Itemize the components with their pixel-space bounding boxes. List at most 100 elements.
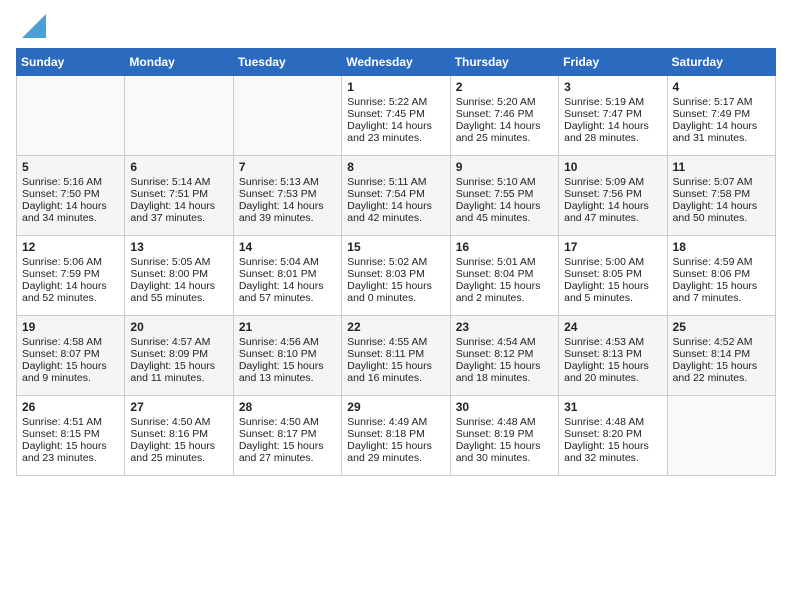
daylight-text: Daylight: 14 hours and 25 minutes. [456,120,553,144]
sunrise-text: Sunrise: 5:16 AM [22,176,119,188]
sunrise-text: Sunrise: 5:17 AM [673,96,770,108]
calendar-cell: 2Sunrise: 5:20 AMSunset: 7:46 PMDaylight… [450,76,558,156]
header-saturday: Saturday [667,49,775,76]
calendar-cell: 27Sunrise: 4:50 AMSunset: 8:16 PMDayligh… [125,396,233,476]
daylight-text: Daylight: 14 hours and 47 minutes. [564,200,661,224]
header-tuesday: Tuesday [233,49,341,76]
daylight-text: Daylight: 14 hours and 57 minutes. [239,280,336,304]
calendar-cell: 28Sunrise: 4:50 AMSunset: 8:17 PMDayligh… [233,396,341,476]
calendar-cell: 9Sunrise: 5:10 AMSunset: 7:55 PMDaylight… [450,156,558,236]
calendar-cell [125,76,233,156]
calendar-cell: 20Sunrise: 4:57 AMSunset: 8:09 PMDayligh… [125,316,233,396]
calendar-cell: 18Sunrise: 4:59 AMSunset: 8:06 PMDayligh… [667,236,775,316]
sunset-text: Sunset: 8:10 PM [239,348,336,360]
sunrise-text: Sunrise: 5:14 AM [130,176,227,188]
day-number: 15 [347,240,444,254]
sunset-text: Sunset: 8:03 PM [347,268,444,280]
calendar-cell: 26Sunrise: 4:51 AMSunset: 8:15 PMDayligh… [17,396,125,476]
day-number: 8 [347,160,444,174]
sunset-text: Sunset: 7:58 PM [673,188,770,200]
daylight-text: Daylight: 14 hours and 34 minutes. [22,200,119,224]
sunrise-text: Sunrise: 5:19 AM [564,96,661,108]
daylight-text: Daylight: 15 hours and 5 minutes. [564,280,661,304]
day-number: 19 [22,320,119,334]
header-sunday: Sunday [17,49,125,76]
calendar-week-row: 1Sunrise: 5:22 AMSunset: 7:45 PMDaylight… [17,76,776,156]
daylight-text: Daylight: 15 hours and 23 minutes. [22,440,119,464]
sunset-text: Sunset: 8:06 PM [673,268,770,280]
sunrise-text: Sunrise: 4:48 AM [456,416,553,428]
daylight-text: Daylight: 14 hours and 50 minutes. [673,200,770,224]
day-number: 6 [130,160,227,174]
daylight-text: Daylight: 15 hours and 13 minutes. [239,360,336,384]
sunset-text: Sunset: 8:19 PM [456,428,553,440]
calendar-table: SundayMondayTuesdayWednesdayThursdayFrid… [16,48,776,476]
day-number: 17 [564,240,661,254]
sunrise-text: Sunrise: 5:00 AM [564,256,661,268]
sunrise-text: Sunrise: 5:01 AM [456,256,553,268]
sunrise-text: Sunrise: 4:56 AM [239,336,336,348]
sunset-text: Sunset: 7:51 PM [130,188,227,200]
sunset-text: Sunset: 7:47 PM [564,108,661,120]
day-number: 29 [347,400,444,414]
sunset-text: Sunset: 8:15 PM [22,428,119,440]
daylight-text: Daylight: 15 hours and 16 minutes. [347,360,444,384]
sunset-text: Sunset: 8:01 PM [239,268,336,280]
daylight-text: Daylight: 15 hours and 20 minutes. [564,360,661,384]
daylight-text: Daylight: 15 hours and 29 minutes. [347,440,444,464]
day-number: 21 [239,320,336,334]
sunset-text: Sunset: 8:00 PM [130,268,227,280]
daylight-text: Daylight: 14 hours and 28 minutes. [564,120,661,144]
sunset-text: Sunset: 8:18 PM [347,428,444,440]
day-number: 25 [673,320,770,334]
sunset-text: Sunset: 8:04 PM [456,268,553,280]
day-number: 13 [130,240,227,254]
calendar-cell: 29 Sunrise: 4:49 AMSunset: 8:18 PMDayligh… [342,396,450,476]
sunset-text: Sunset: 8:14 PM [673,348,770,360]
sunrise-text: Sunrise: 5:13 AM [239,176,336,188]
sunrise-text: Sunrise: 5:02 AM [347,256,444,268]
header-monday: Monday [125,49,233,76]
day-number: 9 [456,160,553,174]
sunset-text: Sunset: 7:54 PM [347,188,444,200]
page-header [16,16,776,40]
daylight-text: Daylight: 14 hours and 39 minutes. [239,200,336,224]
sunrise-text: Sunrise: 5:09 AM [564,176,661,188]
day-number: 7 [239,160,336,174]
sunset-text: Sunset: 8:07 PM [22,348,119,360]
calendar-cell: 10Sunrise: 5:09 AMSunset: 7:56 PMDayligh… [559,156,667,236]
daylight-text: Daylight: 14 hours and 31 minutes. [673,120,770,144]
sunrise-text: Sunrise: 4:53 AM [564,336,661,348]
calendar-cell: 14 Sunrise: 5:04 AMSunset: 8:01 PMDayligh… [233,236,341,316]
day-number: 5 [22,160,119,174]
daylight-text: Daylight: 14 hours and 52 minutes. [22,280,119,304]
day-number: 1 [347,80,444,94]
daylight-text: Daylight: 15 hours and 11 minutes. [130,360,227,384]
daylight-text: Daylight: 15 hours and 2 minutes. [456,280,553,304]
sunset-text: Sunset: 8:17 PM [239,428,336,440]
calendar-cell: 13Sunrise: 5:05 AMSunset: 8:00 PMDayligh… [125,236,233,316]
daylight-text: Daylight: 14 hours and 55 minutes. [130,280,227,304]
day-number: 3 [564,80,661,94]
calendar-cell [667,396,775,476]
calendar-cell: 6 Sunrise: 5:14 AMSunset: 7:51 PMDaylight… [125,156,233,236]
calendar-cell: 16Sunrise: 5:01 AMSunset: 8:04 PMDayligh… [450,236,558,316]
day-number: 18 [673,240,770,254]
sunrise-text: Sunrise: 4:54 AM [456,336,553,348]
day-number: 24 [564,320,661,334]
day-number: 4 [673,80,770,94]
sunrise-text: Sunrise: 4:49 AM [347,416,444,428]
daylight-text: Daylight: 14 hours and 37 minutes. [130,200,227,224]
sunrise-text: Sunrise: 5:20 AM [456,96,553,108]
calendar-cell: 24Sunrise: 4:53 AMSunset: 8:13 PMDayligh… [559,316,667,396]
header-thursday: Thursday [450,49,558,76]
sunrise-text: Sunrise: 5:04 AM [239,256,336,268]
sunset-text: Sunset: 7:49 PM [673,108,770,120]
calendar-cell: 30Sunrise: 4:48 AMSunset: 8:19 PMDayligh… [450,396,558,476]
calendar-cell: 31Sunrise: 4:48 AMSunset: 8:20 PMDayligh… [559,396,667,476]
day-number: 22 [347,320,444,334]
sunset-text: Sunset: 7:55 PM [456,188,553,200]
calendar-week-row: 19Sunrise: 4:58 AMSunset: 8:07 PMDayligh… [17,316,776,396]
day-number: 14 [239,240,336,254]
calendar-cell: 7Sunrise: 5:13 AMSunset: 7:53 PMDaylight… [233,156,341,236]
